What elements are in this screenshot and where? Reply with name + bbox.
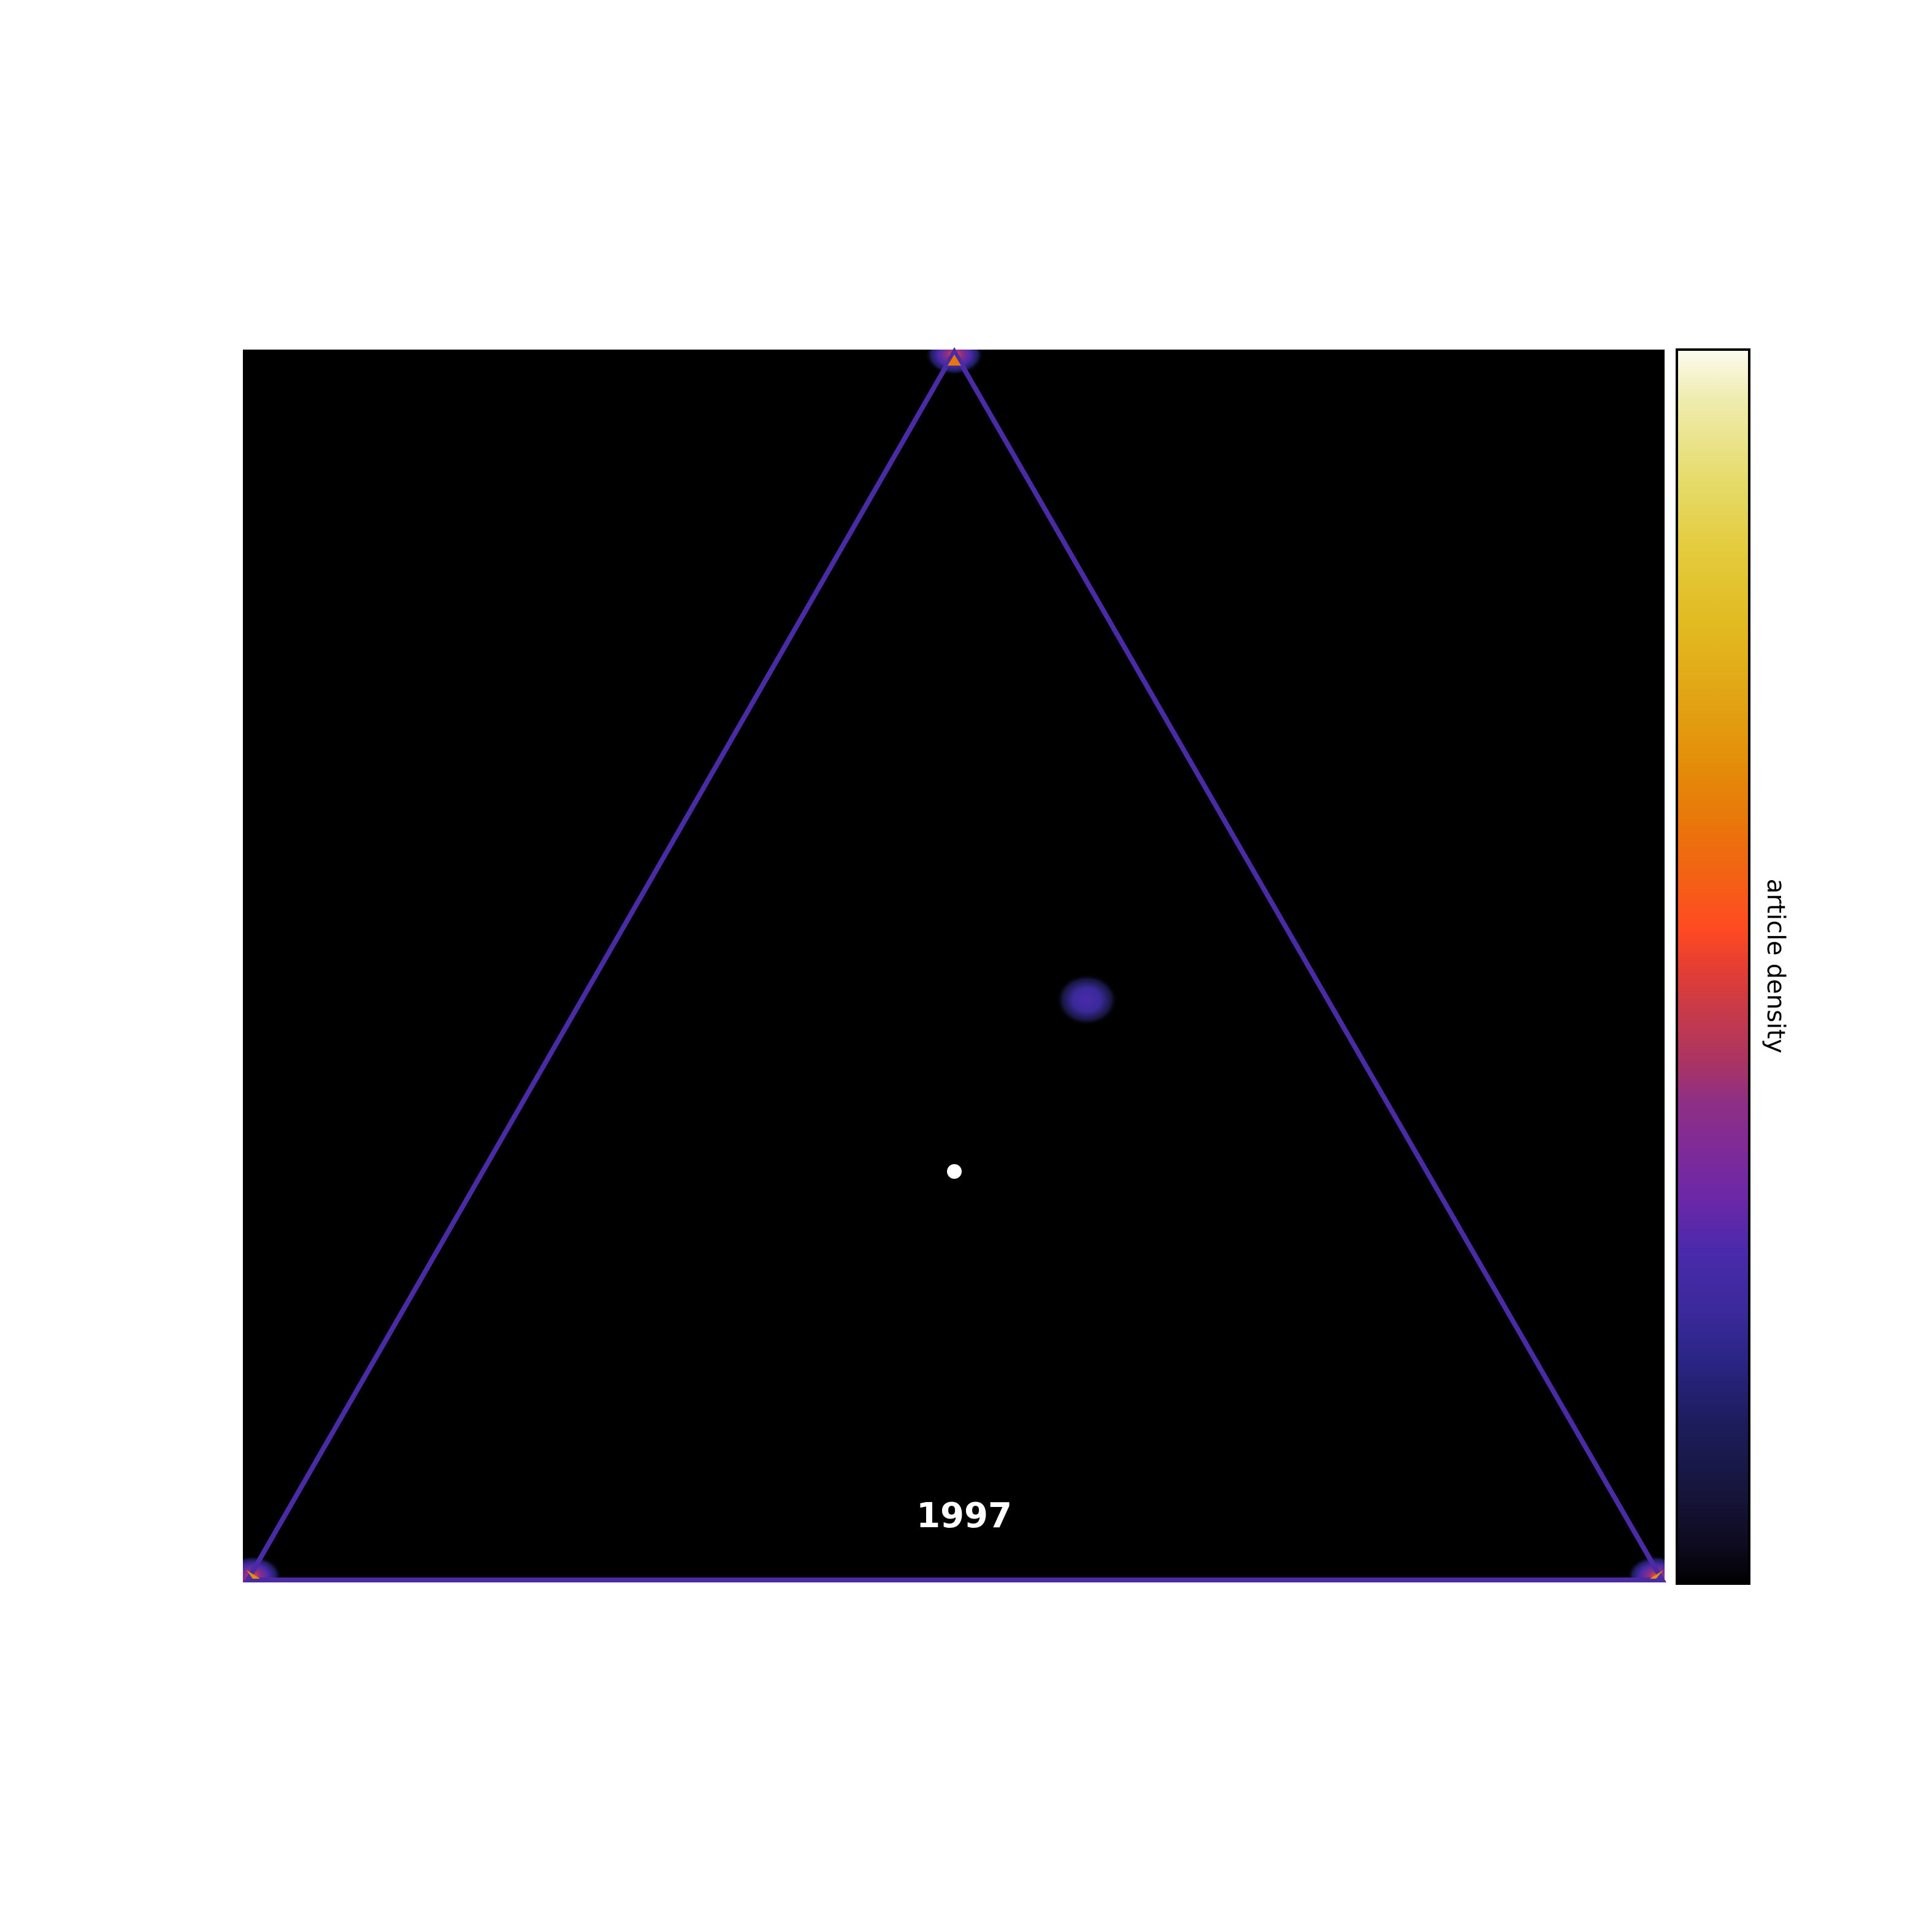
ternary-density-chart: 1997 article density: [243, 347, 1790, 1585]
year-label: 1997: [916, 1496, 1012, 1536]
colorbar-label: article density: [1761, 879, 1790, 1054]
plot-background: [243, 350, 1665, 1582]
centroid-marker: [947, 1164, 962, 1179]
colorbar: [1676, 348, 1750, 1585]
density-peak-interior: [1056, 974, 1117, 1025]
